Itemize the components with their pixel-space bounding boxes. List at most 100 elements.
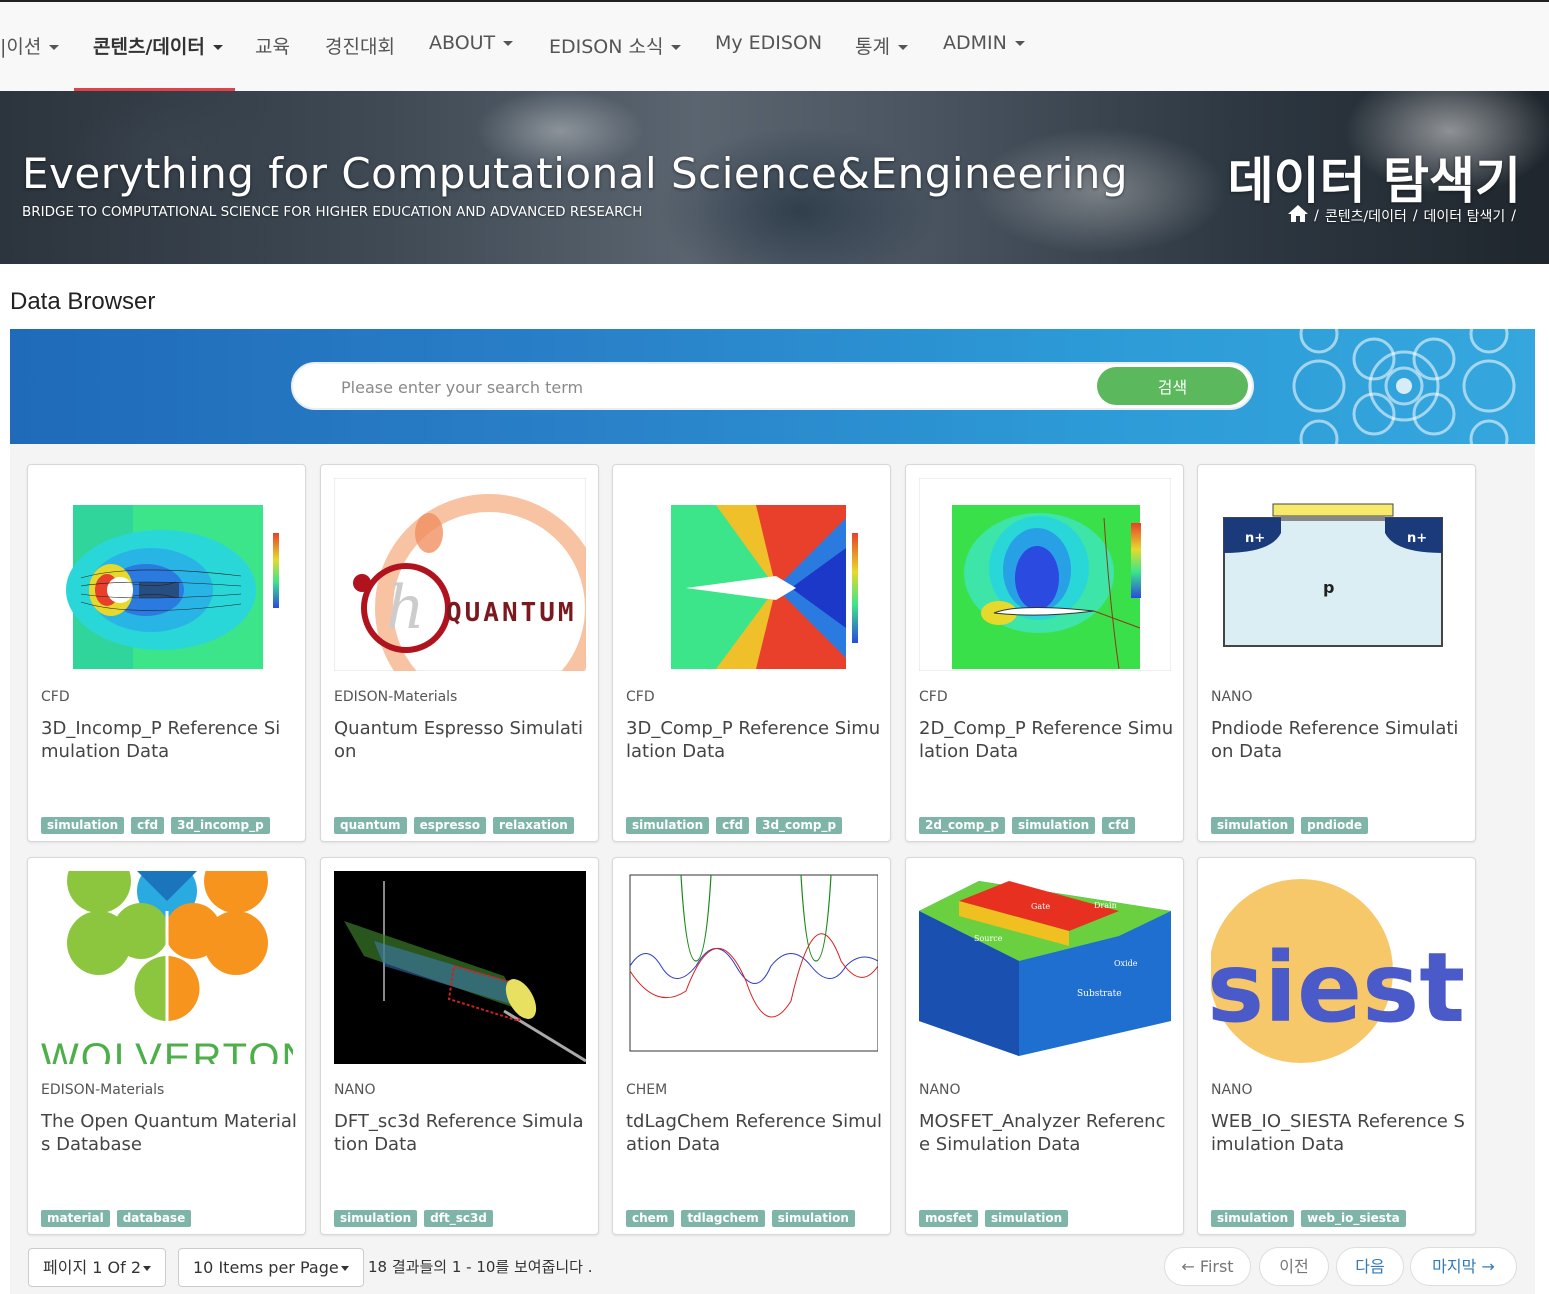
section-title: Data Browser (10, 288, 156, 315)
page-title: 데이터 탐색기 (1227, 152, 1521, 210)
data-card[interactable]: CFD 2D_Comp_P Reference Simulation Data … (905, 464, 1184, 842)
card-title[interactable]: Pndiode Reference Simulation Data (1211, 717, 1467, 763)
tag[interactable]: pndiode (1301, 817, 1368, 834)
tag[interactable]: simulation (1211, 1210, 1295, 1227)
card-category: NANO (919, 1082, 961, 1098)
card-thumbnail: siesta (1211, 871, 1463, 1064)
cfd-airfoil-contour-image (919, 478, 1171, 671)
data-card[interactable]: CFD 3D_Incomp_P Reference Simulation Dat… (27, 464, 306, 842)
tag[interactable]: 2d_comp_p (919, 817, 1005, 834)
tag[interactable]: quantum (334, 817, 407, 834)
mosfet-3d-diagram-image: Gate Drain Source Oxide Substrate (919, 881, 1171, 1056)
card-thumbnail (41, 478, 293, 671)
tag[interactable]: cfd (716, 817, 750, 834)
card-title[interactable]: MOSFET_Analyzer Reference Simulation Dat… (919, 1110, 1175, 1156)
search-band: 검색 (10, 329, 1535, 444)
svg-text:siesta: siesta (1211, 932, 1463, 1044)
tag[interactable]: 3d_comp_p (756, 817, 843, 834)
tag[interactable]: chem (626, 1210, 675, 1227)
data-card[interactable]: CFD 3D_Comp_P Reference Simulation Data … (612, 464, 891, 842)
tag[interactable]: web_io_siesta (1301, 1210, 1406, 1227)
tag[interactable]: simulation (1011, 817, 1096, 834)
siesta-logo-image: siesta (1211, 871, 1463, 1064)
card-thumbnail (334, 871, 586, 1064)
tag[interactable]: simulation (771, 1210, 855, 1227)
tag[interactable]: simulation (334, 1210, 418, 1227)
breadcrumb-data-explorer[interactable]: 데이터 탐색기 (1424, 206, 1506, 226)
chevron-down-icon (1014, 41, 1025, 46)
card-title[interactable]: The Open Quantum Materials Database (41, 1110, 297, 1156)
data-card[interactable]: h QUANTUM EDISON-Materials Quantum Espre… (320, 464, 599, 842)
card-title[interactable]: tdLagChem Reference Simulation Data (626, 1110, 882, 1156)
first-page-button[interactable]: ← First (1164, 1247, 1251, 1286)
card-tags: mosfet simulation (919, 1210, 1069, 1227)
card-category: CFD (41, 689, 70, 705)
card-tags: quantum espresso relaxation (334, 817, 574, 834)
nav-item-contents-data[interactable]: 콘텐츠/데이터 (93, 32, 223, 59)
tag[interactable]: simulation (1211, 817, 1295, 834)
card-tags: 2d_comp_p simulation cfd (919, 817, 1136, 834)
card-title[interactable]: 3D_Incomp_P Reference Simulation Data (41, 717, 297, 763)
tag[interactable]: simulation (41, 817, 125, 834)
nav-item-admin[interactable]: ADMIN (943, 32, 1025, 54)
card-tags: simulation web_io_siesta (1211, 1210, 1406, 1227)
tag[interactable]: tdlagchem (681, 1210, 765, 1227)
chevron-down-icon (671, 45, 682, 50)
card-title[interactable]: Quantum Espresso Simulation (334, 717, 590, 763)
tag[interactable]: material (41, 1210, 110, 1227)
nav-item-competition[interactable]: 경진대회 (325, 32, 395, 59)
data-card[interactable]: siesta NANO WEB_IO_SIESTA Reference Simu… (1197, 857, 1476, 1235)
tag[interactable]: simulation (626, 817, 710, 834)
tag[interactable]: 3d_incomp_p (171, 817, 270, 834)
tag[interactable]: simulation (985, 1210, 1069, 1227)
svg-text:h: h (386, 573, 425, 643)
nav-item-education[interactable]: 교육 (255, 32, 290, 59)
nav-item-about[interactable]: ABOUT (429, 32, 514, 54)
card-tags: simulation dft_sc3d (334, 1210, 493, 1227)
card-title[interactable]: 2D_Comp_P Reference Simulation Data (919, 717, 1175, 763)
nav-item-simulation[interactable]: |이션 (0, 32, 60, 59)
card-thumbnail (919, 478, 1171, 671)
previous-page-button[interactable]: 이전 (1259, 1247, 1329, 1286)
cfd-cylinder-contour-image (66, 505, 279, 669)
card-title[interactable]: 3D_Comp_P Reference Simulation Data (626, 717, 882, 763)
data-card[interactable]: Gate Drain Source Oxide Substrate NANO M… (905, 857, 1184, 1235)
nav-item-statistics[interactable]: 통계 (855, 32, 908, 59)
tag[interactable]: database (116, 1210, 192, 1227)
card-thumbnail: h QUANTUM (334, 478, 586, 671)
card-category: CHEM (626, 1082, 668, 1098)
page-banner: Everything for Computational Science&Eng… (0, 91, 1549, 264)
card-title[interactable]: DFT_sc3d Reference Simulation Data (334, 1110, 590, 1156)
card-thumbnail: WOLVERTON (41, 871, 293, 1064)
breadcrumb: / 콘텐츠/데이터 / 데이터 탐색기 / (1288, 205, 1516, 226)
breadcrumb-contents-data[interactable]: 콘텐츠/데이터 (1325, 206, 1407, 226)
items-per-page-select[interactable]: 10 Items per Page (178, 1248, 364, 1287)
card-thumbnail (626, 871, 878, 1064)
card-title[interactable]: WEB_IO_SIESTA Reference Simulation Data (1211, 1110, 1467, 1156)
card-tags: chem tdlagchem simulation (626, 1210, 855, 1227)
svg-text:WOLVERTON: WOLVERTON (41, 1036, 293, 1064)
card-grid: CFD 3D_Incomp_P Reference Simulation Dat… (10, 444, 1535, 1294)
chevron-down-icon (212, 45, 223, 50)
data-card[interactable]: n+ n+ p NANO Pndiode Reference Simulatio… (1197, 464, 1476, 842)
data-card[interactable]: NANO DFT_sc3d Reference Simulation Data … (320, 857, 599, 1235)
card-tags: simulation cfd 3d_comp_p (626, 817, 843, 834)
nav-item-edison-news[interactable]: EDISON 소식 (549, 32, 682, 59)
card-tags: material database (41, 1210, 192, 1227)
nanotube-render-image (334, 871, 586, 1064)
home-icon[interactable] (1288, 205, 1309, 226)
tag[interactable]: dft_sc3d (424, 1210, 493, 1227)
tag[interactable]: espresso (413, 817, 487, 834)
search-input[interactable] (341, 374, 1081, 400)
data-card[interactable]: CHEM tdLagChem Reference Simulation Data… (612, 857, 891, 1235)
tag[interactable]: relaxation (493, 817, 574, 834)
tag[interactable]: cfd (131, 817, 165, 834)
nav-item-my-edison[interactable]: My EDISON (715, 32, 822, 54)
search-button[interactable]: 검색 (1097, 367, 1248, 405)
last-page-button[interactable]: 마지막 → (1410, 1247, 1517, 1286)
tag[interactable]: mosfet (919, 1210, 978, 1227)
tag[interactable]: cfd (1102, 817, 1136, 834)
data-card[interactable]: WOLVERTON EDISON-Materials The Open Quan… (27, 857, 306, 1235)
page-select[interactable]: 페이지 1 Of 2 (28, 1248, 167, 1287)
next-page-button[interactable]: 다음 (1336, 1247, 1404, 1286)
